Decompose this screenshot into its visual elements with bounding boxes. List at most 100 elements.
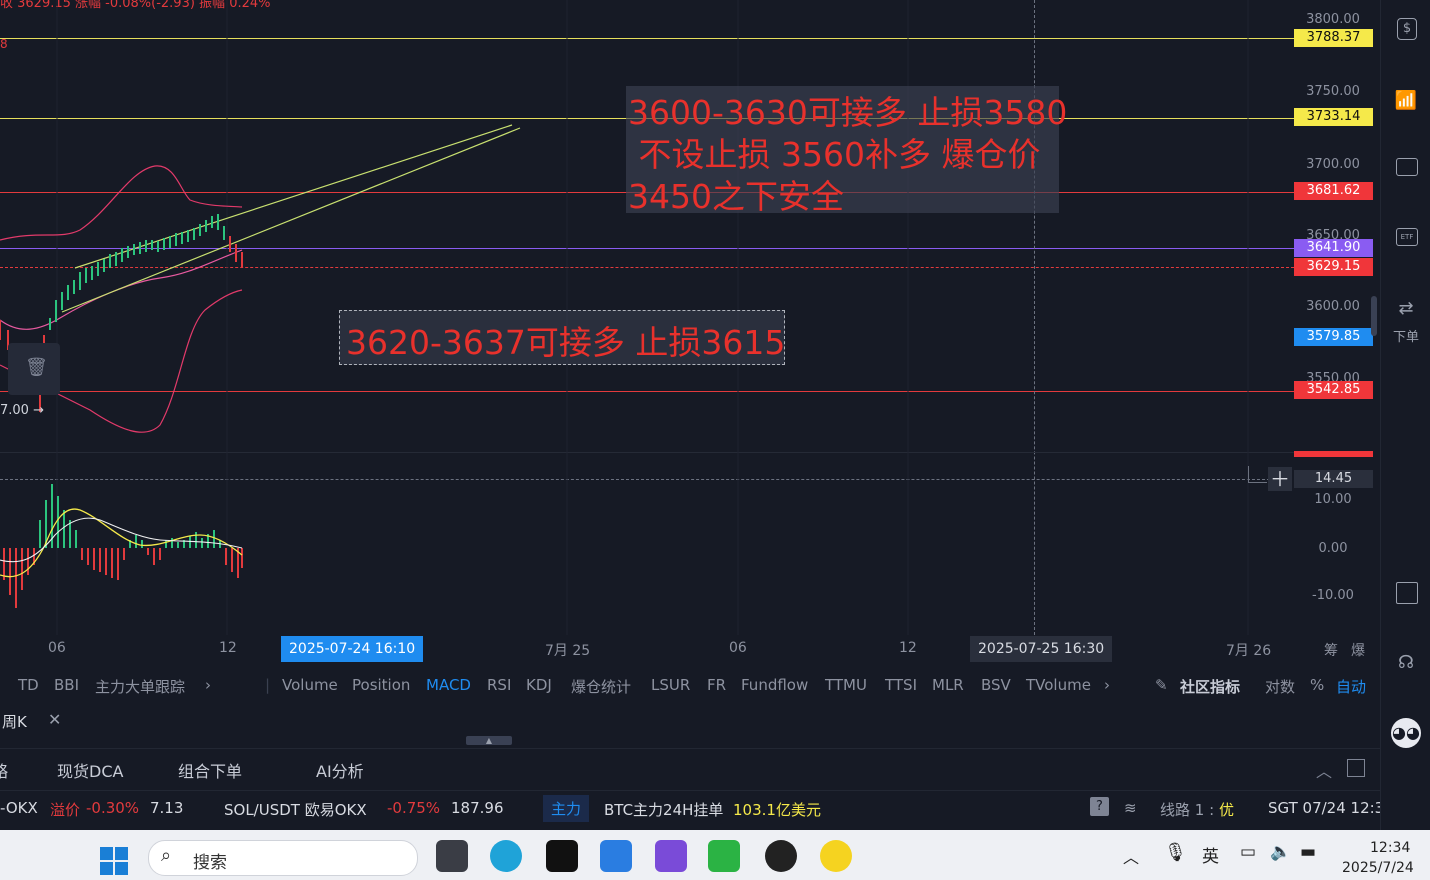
edit-icon[interactable]: ✎ — [1155, 676, 1168, 694]
annotation-box-1[interactable]: 3600-3630可接多 止损3580 不设止损 3560补多 爆仓价 3450… — [626, 86, 1067, 216]
auto-scale-toggle[interactable]: 自动 — [1336, 676, 1366, 697]
annotation-box-2[interactable]: 3620-3637可接多 止损3615 — [339, 310, 785, 365]
price-label-3542[interactable]: 3542.85 — [1294, 381, 1373, 399]
battery-icon[interactable]: ▬ — [1300, 842, 1316, 862]
taskbar-time[interactable]: 12:34 — [1370, 840, 1410, 856]
measure-icon[interactable] — [1248, 466, 1267, 483]
tab-spot-dca[interactable]: 现货DCA — [57, 758, 123, 782]
help-icon[interactable]: ? — [1090, 797, 1109, 816]
btc-orders-label[interactable]: BTC主力24H挂单 — [604, 799, 723, 820]
tray-chevron-up-icon[interactable]: ︿ — [1123, 844, 1139, 868]
panel-collapse-handle[interactable]: ▲ — [466, 736, 512, 745]
price-label-3733[interactable]: 3733.14 — [1294, 108, 1373, 126]
period-row: 周K ✕ — [0, 706, 1380, 736]
order-icon[interactable]: ⇄ — [1393, 296, 1419, 322]
close-icon[interactable]: ✕ — [48, 710, 61, 729]
community-indicators[interactable]: 社区指标 — [1180, 676, 1240, 697]
price-label-current: 3629.15 — [1294, 258, 1373, 276]
delete-drawing-button[interactable]: 🗑 — [8, 343, 60, 395]
channel-lower — [61, 127, 521, 313]
tab-ai-analysis[interactable]: AI分析 — [316, 758, 364, 782]
indicator-lsur[interactable]: LSUR — [651, 676, 690, 694]
indicator-bbi[interactable]: BBI — [54, 676, 79, 694]
macd-tick: -10.00 — [1312, 588, 1354, 603]
indicator-macd[interactable]: MACD — [426, 676, 471, 694]
volume-icon[interactable]: 🔈 — [1270, 842, 1291, 862]
display-icon[interactable]: ▭ — [1240, 842, 1256, 862]
assistant-avatar[interactable]: ◕◕ — [1391, 718, 1421, 748]
obs-icon[interactable] — [765, 840, 797, 872]
percent-scale-toggle[interactable]: % — [1310, 676, 1324, 694]
axis-scroll-handle[interactable] — [1371, 296, 1377, 336]
chevron-right-icon[interactable]: › — [1104, 676, 1110, 694]
wifi-icon: ≋ — [1124, 799, 1137, 817]
microphone-icon[interactable]: 🎙 — [1164, 842, 1187, 863]
crosshair-plus-button[interactable]: ＋ — [1268, 467, 1292, 491]
layout-icon[interactable] — [1396, 582, 1418, 604]
taskbar-date[interactable]: 2025/7/24 — [1342, 860, 1414, 876]
windows-start-icon[interactable] — [100, 847, 128, 875]
macd-dif-line — [0, 508, 243, 578]
indicator-main-order[interactable]: 主力大单跟踪 — [95, 676, 185, 697]
ticker-item2-name[interactable]: SOL/USDT 欧易OKX — [224, 799, 367, 820]
indicator-bsv[interactable]: BSV — [981, 676, 1011, 694]
edge-icon[interactable] — [490, 840, 522, 872]
indicator-tvolume[interactable]: TVolume — [1026, 676, 1091, 694]
tab-strategy[interactable]: 略 — [0, 758, 8, 782]
log-scale-toggle[interactable]: 对数 — [1265, 676, 1295, 697]
dollar-icon[interactable]: $ — [1397, 18, 1417, 40]
taskbar-search[interactable]: ⌕ 搜索 — [148, 840, 418, 876]
indicator-mlr[interactable]: MLR — [932, 676, 964, 694]
indicator-ttsi[interactable]: TTSI — [885, 676, 917, 694]
indicator-td[interactable]: TD — [18, 676, 39, 694]
line-label[interactable]: 线路 1 : — [1160, 799, 1219, 820]
price-label-3681[interactable]: 3681.62 — [1294, 182, 1373, 200]
price-tick: 3800.00 — [1306, 12, 1360, 27]
indicator-kdj[interactable]: KDJ — [526, 676, 552, 694]
price-label-partial — [1294, 451, 1373, 457]
signal-icon[interactable]: 📶 — [1393, 88, 1419, 114]
price-label-3641[interactable]: 3641.90 — [1294, 239, 1373, 257]
price-label-3579[interactable]: 3579.85 — [1294, 328, 1373, 346]
windows-taskbar: ⌕ 搜索 ︿ 🎙 英 ▭ 🔈 ▬ 12:34 2025/7/24 — [0, 830, 1430, 880]
ime-indicator[interactable]: 英 — [1202, 842, 1219, 867]
right-toolbar: $ 📶 ETF ⇄ 下单 ☊ ◕◕ — [1380, 0, 1430, 830]
indicator-rsi[interactable]: RSI — [487, 676, 511, 694]
indicator-volume[interactable]: Volume — [282, 676, 338, 694]
monitor-icon[interactable] — [1396, 158, 1418, 176]
price-tick: 3700.00 — [1306, 157, 1360, 172]
ticker-item2-value: 187.96 — [451, 799, 504, 817]
expand-icon[interactable] — [1347, 759, 1365, 777]
qq-music-icon[interactable] — [820, 840, 852, 872]
wechat-icon[interactable] — [708, 840, 740, 872]
file-explorer-icon[interactable] — [436, 840, 468, 872]
chips-toggle[interactable]: 筹 — [1324, 640, 1338, 660]
app-icon[interactable] — [655, 840, 687, 872]
headset-icon[interactable]: ☊ — [1393, 650, 1419, 676]
indicator-fundflow[interactable]: Fundflow — [741, 676, 808, 694]
macd-tick: 0.00 — [1318, 541, 1348, 556]
price-tick: 3750.00 — [1306, 84, 1360, 99]
btc-orders-value: 103.1亿美元 — [733, 801, 821, 819]
etf-icon[interactable]: ETF — [1396, 228, 1418, 246]
period-tag[interactable]: 周K — [2, 711, 27, 732]
crosshair-value: 14.45 — [1294, 470, 1373, 488]
chart-area[interactable]: 收 3629.15 涨幅 -0.08%(-2.93) 振幅 0.24% 8 🗑 … — [0, 0, 1380, 665]
liquidation-toggle[interactable]: 爆 — [1351, 640, 1365, 660]
photos-icon[interactable] — [600, 840, 632, 872]
qq-icon[interactable] — [546, 840, 578, 872]
trash-icon: 🗑 — [25, 357, 48, 378]
indicator-fr[interactable]: FR — [707, 676, 726, 694]
indicator-bar: TD BBI 主力大单跟踪 › | Volume Position MACD R… — [0, 668, 1380, 704]
annotation-1-line-3: 3450之下安全 — [628, 177, 844, 216]
annotation-1-line-2: 不设止损 3560补多 爆仓价 — [628, 135, 1041, 174]
indicator-liquidation[interactable]: 爆仓统计 — [571, 676, 631, 697]
chevron-up-icon[interactable]: ︿ — [1316, 758, 1332, 782]
indicator-position[interactable]: Position — [352, 676, 410, 694]
order-label[interactable]: 下单 — [1393, 326, 1419, 345]
indicator-ttmu[interactable]: TTMU — [825, 676, 867, 694]
chevron-right-icon[interactable]: › — [205, 676, 211, 694]
price-label-3788[interactable]: 3788.37 — [1294, 29, 1373, 47]
tab-combo-order[interactable]: 组合下单 — [178, 758, 242, 782]
ticker-item1-name[interactable]: -OKX — [0, 799, 38, 817]
